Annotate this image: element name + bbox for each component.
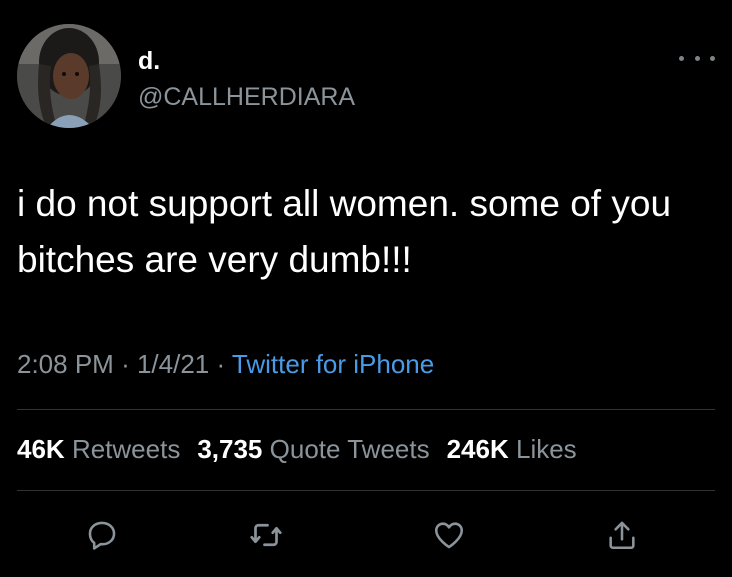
tweet-source[interactable]: Twitter for iPhone [232,349,434,379]
meta-separator: · [216,349,232,379]
tweet-text: i do not support all women. some of you … [17,183,672,280]
tweet-time[interactable]: 2:08 PM [17,349,114,379]
tweet-card: d. @CALLHERDIARA i do not support all wo… [0,0,732,577]
divider [17,490,715,491]
retweets-count: 46K [17,434,65,464]
heart-icon[interactable] [429,515,469,555]
likes-count: 246K [446,434,509,464]
likes-stat[interactable]: 246K Likes [447,434,594,464]
user-handle[interactable]: @CALLHERDIARA [138,82,355,112]
tweet-metadata: 2:08 PM · 1/4/21 · Twitter for iPhone [17,347,434,381]
divider [17,409,715,410]
likes-label: Likes [515,434,577,464]
quotes-label: Quote Tweets [269,434,430,464]
share-icon[interactable] [602,515,642,555]
reply-icon[interactable] [82,515,122,555]
meta-separator: · [121,349,137,379]
quotes-stat[interactable]: 3,735 Quote Tweets [197,434,446,464]
retweets-stat[interactable]: 46K Retweets [17,434,197,464]
more-dots-icon[interactable] [679,48,715,68]
avatar[interactable] [17,24,121,128]
display-name[interactable]: d. [138,46,160,76]
retweets-label: Retweets [71,434,181,464]
retweet-icon[interactable] [246,515,286,555]
tweet-stats: 46K Retweets 3,735 Quote Tweets 246K Likes [17,432,594,466]
tweet-date[interactable]: 1/4/21 [137,349,209,379]
quotes-count: 3,735 [197,434,263,464]
